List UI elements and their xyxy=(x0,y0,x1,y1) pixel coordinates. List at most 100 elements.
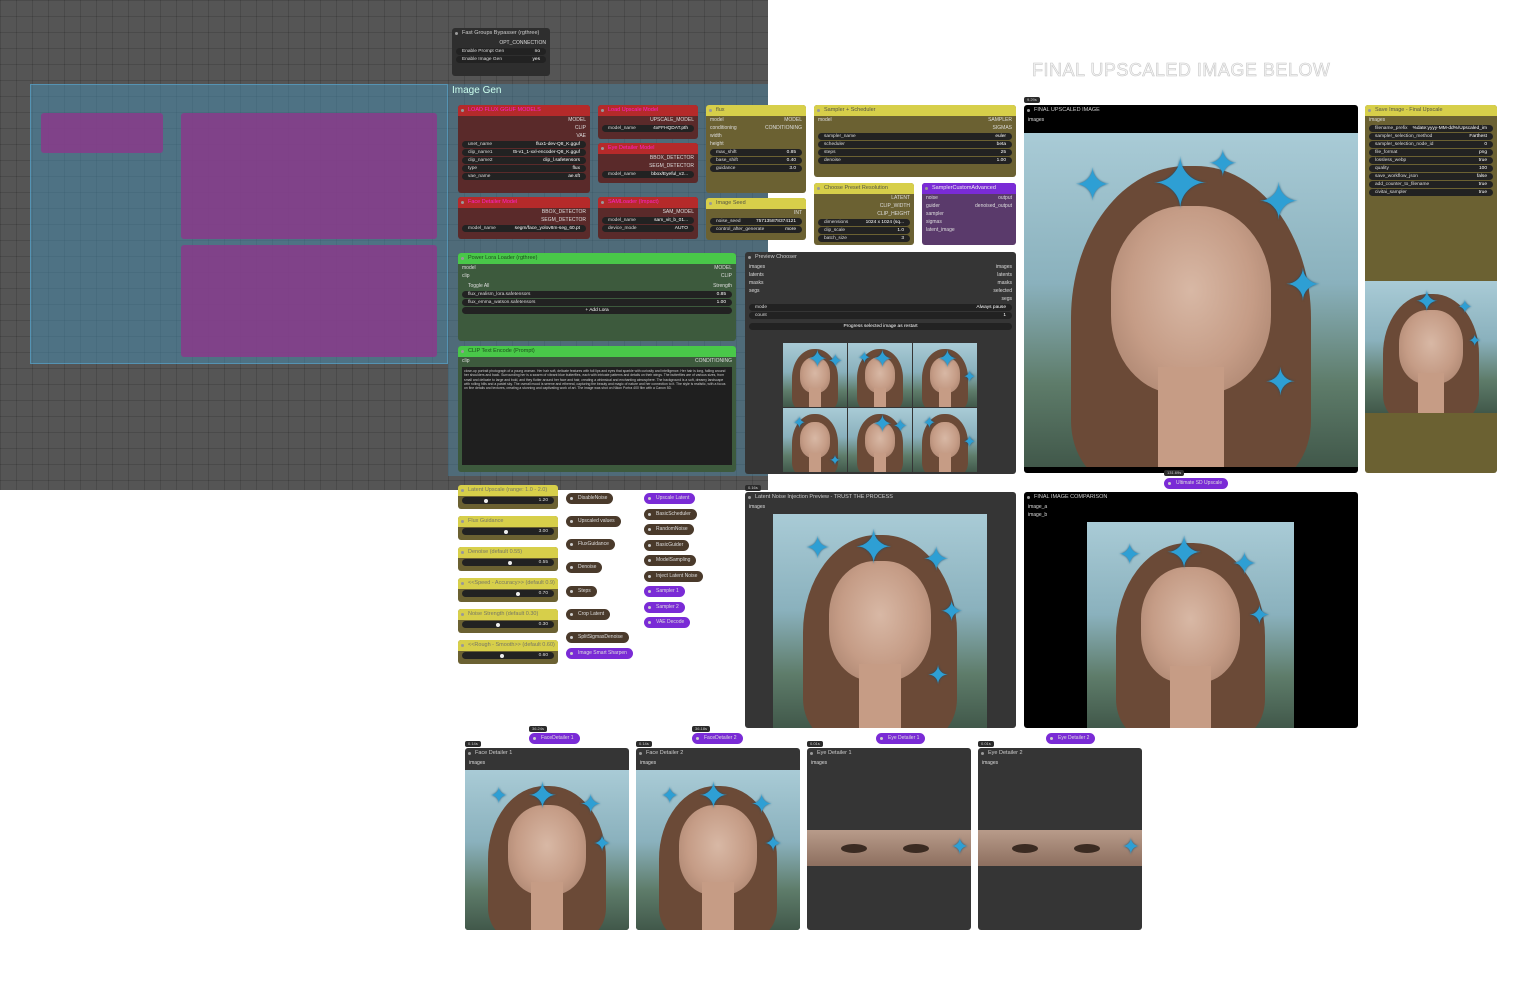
mid-node-basicguider[interactable]: BasicGuider xyxy=(644,539,690,551)
prompt-gen-node-3[interactable] xyxy=(181,245,437,357)
add-lora-button[interactable]: + Add Lora xyxy=(462,307,732,314)
lora-item-realism[interactable]: flux_realism_lora.safetensors 0.85 xyxy=(462,291,732,298)
slider-track[interactable]: 0.60 xyxy=(462,652,554,659)
control-after-generate-select[interactable]: control_after_generate more xyxy=(710,226,802,233)
steps-input[interactable]: steps 25 xyxy=(818,149,1012,156)
count-input[interactable]: count 1 xyxy=(749,312,1012,319)
slider-track[interactable]: 1.20 xyxy=(462,497,554,504)
latent-noise-preview-node[interactable]: Latent Noise Injection Preview - TRUST T… xyxy=(745,492,1016,728)
mini-node-splitsigmasdenoise[interactable]: SplitSigmasDenoise xyxy=(566,632,629,643)
preview-thumb-4[interactable]: ✦ ✦ xyxy=(783,408,847,472)
save-image-final-upscale-node[interactable]: Save Image - Final Upscale images filena… xyxy=(1365,105,1497,473)
ultimate-sd-upscale-node[interactable]: Ultimate SD Upscale xyxy=(1164,478,1229,489)
eye-model-select[interactable]: model_name bbox/Eyeful_v2... xyxy=(602,171,694,178)
sam-model-select[interactable]: model_name sam_vit_b_01... xyxy=(602,217,694,224)
dimensions-select[interactable]: dimensions 1024 x 1024 (sq... xyxy=(818,219,910,226)
mini-node-disablenoise[interactable]: DisableNoise xyxy=(566,493,614,504)
mid-node-sampler-2[interactable]: Sampler 2 xyxy=(644,601,685,613)
slider-node-1[interactable]: Latent Upscale (range: 1.0 - 2.0) 1.20 xyxy=(458,485,558,509)
fast-groups-bypasser[interactable]: Fast Groups Bypasser (rgthree) OPT_CONNE… xyxy=(452,28,550,76)
bypass-toggle-prompt-gen[interactable]: Enable Prompt Gen no xyxy=(456,48,546,55)
batch-size-input[interactable]: batch_size 3 xyxy=(818,235,910,242)
slider-track[interactable]: 0.55 xyxy=(462,559,554,566)
mini-node-image-smart-sharpen[interactable]: Image Smart Sharpen xyxy=(566,648,633,659)
sampler-selection-node-id-input[interactable]: sampler_selection_node_id 0 xyxy=(1369,141,1493,148)
face-detailer-1-preview[interactable]: Face Detailer 1 images ✦ ✦ ✦ ✦ xyxy=(465,748,629,930)
preview-thumb-5[interactable]: ✦ ✦ xyxy=(848,408,912,472)
bypass-toggle-image-gen[interactable]: Enable Image Gen yes xyxy=(456,56,546,63)
mini-node-denoise[interactable]: Denoise xyxy=(566,562,603,573)
eye-detailer-1-preview[interactable]: Eye Detailer 1 images ✦ xyxy=(807,748,971,930)
eye-detailer-2-preview[interactable]: Eye Detailer 2 images ✦ xyxy=(978,748,1142,930)
mini-node-steps[interactable]: Steps xyxy=(566,586,597,597)
slider-track[interactable]: 0.30 xyxy=(462,621,554,628)
progress-selected-button[interactable]: Progress selected image as restart xyxy=(749,323,1012,330)
toggle-all[interactable]: Toggle All xyxy=(468,282,489,290)
civitai-sampler-toggle[interactable]: civitai_sampler true xyxy=(1369,189,1493,196)
slider-knob[interactable] xyxy=(500,653,504,658)
denoise-input[interactable]: denoise 1.00 xyxy=(818,157,1012,164)
detailer-tag-4[interactable]: Eye Detailer 2 xyxy=(1046,733,1096,744)
detailer-tag-1[interactable]: FaceDetailer 1 xyxy=(529,733,580,744)
add-counter-toggle[interactable]: add_counter_to_filename true xyxy=(1369,181,1493,188)
slider-node-2[interactable]: Flux Guidance 3.00 xyxy=(458,516,558,540)
mid-node-sampler-1[interactable]: Sampler 1 xyxy=(644,586,685,597)
preview-thumb-1[interactable]: ✦ ✦ xyxy=(783,343,847,407)
detailer-tag-3[interactable]: Eye Detailer 1 xyxy=(876,733,926,744)
prompt-gen-group[interactable] xyxy=(30,84,448,364)
slider-node-6[interactable]: <<Rough - Smooth>> (default 0.60) 0.60 xyxy=(458,640,558,664)
quality-input[interactable]: quality 100 xyxy=(1369,165,1493,172)
slider-knob[interactable] xyxy=(504,529,508,534)
sampler-custom-advanced-node[interactable]: SamplerCustomAdvanced noise output guider… xyxy=(922,183,1016,245)
upscale-model-select[interactable]: model_name 4xFFHQDAT.pth xyxy=(602,125,694,132)
sam-device-select[interactable]: device_mode AUTO xyxy=(602,225,694,232)
load-upscale-model-node[interactable]: Load Upscale Model UPSCALE_MODEL model_n… xyxy=(598,105,698,139)
power-lora-loader-node[interactable]: Power Lora Loader (rgthree) model MODEL c… xyxy=(458,253,736,341)
prompt-gen-node-2[interactable] xyxy=(181,113,437,239)
slider-node-4[interactable]: <<Speed - Accuracy>> (default 0.9) 0.70 xyxy=(458,578,558,602)
clip-name2-select[interactable]: clip_name2 clip_l.safetensors xyxy=(462,157,586,164)
preview-thumb-3[interactable]: ✦ ✦ xyxy=(913,343,977,407)
lossless-webp-toggle[interactable]: lossless_webp true xyxy=(1369,157,1493,164)
eye-detailer-model-node[interactable]: Eye Detailer Model BBOX_DETECTOR SEGM_DE… xyxy=(598,143,698,183)
face-detailer-2-preview[interactable]: Face Detailer 2 images ✦ ✦ ✦ ✦ xyxy=(636,748,800,930)
unet-name-select[interactable]: unet_name flux1-dev-Q8_K.gguf xyxy=(462,141,586,148)
mini-node-fluxguidance[interactable]: FluxGuidance xyxy=(566,539,615,550)
final-image-comparison-node[interactable]: FINAL IMAGE COMPARISON image_a image_b ✦… xyxy=(1024,492,1358,728)
slider-node-5[interactable]: Noise Strength (default 0.30) 0.30 xyxy=(458,609,558,633)
mid-node-inject-latent-noise[interactable]: Inject Latent Noise xyxy=(644,570,704,582)
preview-thumb-2[interactable]: ✦ ✦ xyxy=(848,343,912,407)
preview-chooser-node[interactable]: Preview Chooser images images latents late… xyxy=(745,252,1016,474)
choose-preset-resolution-node[interactable]: Choose Preset Resolution LATENT CLIP_WID… xyxy=(814,183,914,245)
face-model-select[interactable]: model_name segm/face_yolov8m-seg_60.pt xyxy=(462,225,586,232)
prompt-textarea[interactable]: close-up portrait photograph of a young … xyxy=(462,367,732,465)
mini-node-upscaled-values[interactable]: Upscaled values xyxy=(566,516,621,527)
slider-node-3[interactable]: Denoise (default 0.55) 0.55 xyxy=(458,547,558,571)
slider-knob[interactable] xyxy=(496,622,500,627)
mid-node-vae-decode[interactable]: VAE Decode xyxy=(644,617,691,628)
mode-select[interactable]: mode Always pause xyxy=(749,304,1012,311)
clip-text-encode-node[interactable]: CLIP Text Encode (Prompt) clip CONDITIONI… xyxy=(458,346,736,472)
slider-track[interactable]: 0.70 xyxy=(462,590,554,597)
lora-item-emma[interactable]: flux_emma_watson.safetensors 1.00 xyxy=(462,299,732,306)
mid-node-modelsampling[interactable]: ModelSampling xyxy=(644,555,697,566)
max-shift-input[interactable]: max_shift 0.85 xyxy=(710,149,802,156)
vae-name-select[interactable]: vae_name ae.sft xyxy=(462,173,586,180)
comparison-image[interactable]: ✦ ✦ ✦ ✦ xyxy=(1087,522,1294,728)
sampler-scheduler-node[interactable]: Sampler + Scheduler model SAMPLER SIGMAS … xyxy=(814,105,1016,177)
prompt-gen-node-1[interactable] xyxy=(41,113,163,153)
type-select[interactable]: type flux xyxy=(462,165,586,172)
clip-scale-input[interactable]: clip_scale 1.0 xyxy=(818,227,910,234)
filename-prefix-input[interactable]: filename_prefix %date:yyyy-MM-dd%/Upscale… xyxy=(1369,125,1493,132)
load-flux-gguf-node[interactable]: LOAD FLUX GGUF MODELS MODEL CLIP VAE une… xyxy=(458,105,590,193)
guidance-input[interactable]: guidance 3.0 xyxy=(710,165,802,172)
mid-node-randomnoise[interactable]: RandomNoise xyxy=(644,524,694,535)
scheduler-select[interactable]: scheduler beta xyxy=(818,141,1012,148)
detailer-tag-2[interactable]: FaceDetailer 2 xyxy=(692,733,743,744)
mid-node-basicscheduler[interactable]: BasicScheduler xyxy=(644,508,697,520)
final-upscaled-image-node[interactable]: FINAL UPSCALED IMAGE images ✦ ✦ ✦ ✦ ✦ ✦ xyxy=(1024,105,1358,473)
slider-knob[interactable] xyxy=(484,498,488,503)
slider-track[interactable]: 3.00 xyxy=(462,528,554,535)
slider-knob[interactable] xyxy=(516,591,520,596)
mid-node-upscale-latent[interactable]: Upscale Latent xyxy=(644,493,696,504)
